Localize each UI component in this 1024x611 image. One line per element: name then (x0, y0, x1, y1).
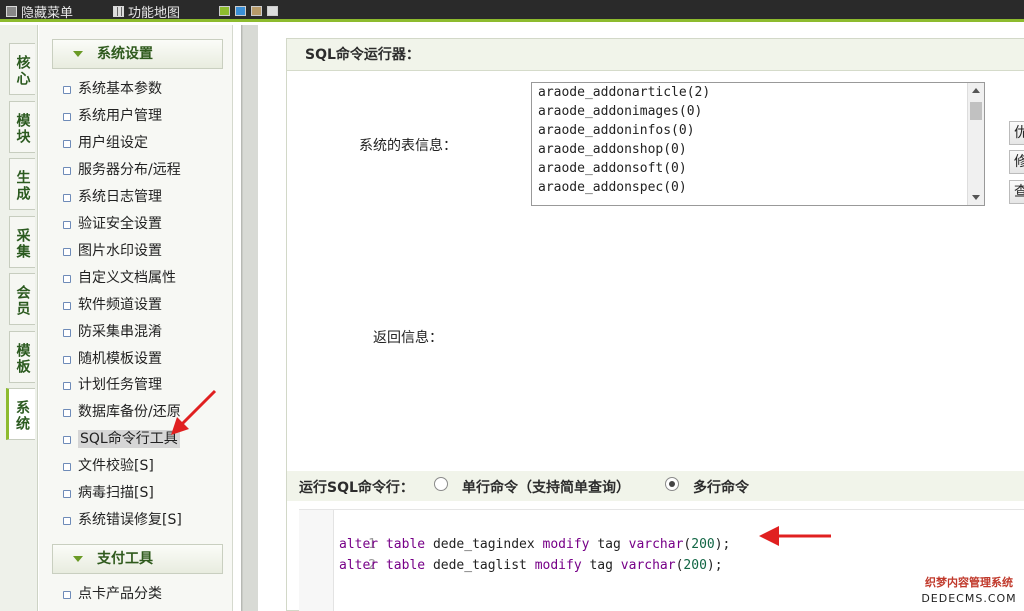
frame-scrollbar[interactable] (241, 25, 258, 611)
tab-member[interactable]: 会员 (9, 273, 35, 325)
repair-button[interactable]: 修 (1009, 150, 1024, 174)
view-button[interactable]: 查 (1009, 180, 1024, 204)
skin-blue-button[interactable] (235, 6, 246, 16)
menu-item[interactable]: 服务器分布/远程 (61, 159, 181, 181)
list-item[interactable]: araode_addonsoft(0) (532, 159, 984, 178)
chevron-down-icon (73, 556, 83, 562)
panel-title: SQL命令运行器： (287, 39, 1024, 71)
menu-item[interactable]: 计划任务管理 (61, 374, 162, 396)
table-info-label: 系统的表信息： (359, 138, 457, 154)
menu-item[interactable]: 系统用户管理 (61, 105, 162, 127)
scroll-down-icon[interactable] (972, 195, 980, 200)
list-item[interactable]: araode_addonshop(0) (532, 140, 984, 159)
watermark-line2: DEDECMS.COM (921, 592, 1017, 605)
skin-brown-button[interactable] (251, 6, 262, 16)
run-mode-row: 运行SQL命令行： 单行命令（支持简单查询） 多行命令 (287, 471, 1024, 501)
code-line[interactable]: 1 alter table dede_tagindex modify tag va… (299, 513, 730, 552)
single-line-radio[interactable] (434, 477, 448, 491)
hide-menu-icon (6, 6, 17, 17)
menu-item[interactable]: 随机模板设置 (61, 348, 162, 370)
list-item[interactable]: araode_addonimages(0) (532, 102, 984, 121)
tab-system[interactable]: 系统 (6, 388, 35, 440)
pointer-arrow-icon (171, 389, 217, 435)
single-line-label: 单行命令（支持简单查询） (462, 480, 630, 496)
menu-item[interactable]: 软件频道设置 (61, 294, 162, 316)
chevron-down-icon (73, 51, 83, 57)
sidebar-menu: 系统设置 系统基本参数 系统用户管理 用户组设定 服务器分布/远程 系统日志管理… (39, 25, 233, 611)
tab-module[interactable]: 模块 (9, 101, 35, 153)
menu-item[interactable]: 系统基本参数 (61, 78, 162, 100)
multi-line-radio[interactable] (665, 477, 679, 491)
top-bar: 隐藏菜单 功能地图 (0, 0, 1024, 22)
menu-item[interactable]: 防采集串混淆 (61, 321, 162, 343)
menu-item[interactable]: 用户组设定 (61, 132, 148, 154)
menu-item[interactable]: 数据库备份/还原 (61, 401, 181, 423)
run-sql-label: 运行SQL命令行： (299, 480, 414, 496)
scroll-up-icon[interactable] (972, 88, 980, 93)
section-title: 支付工具 (97, 551, 153, 567)
section-title: 系统设置 (97, 46, 153, 62)
menu-item[interactable]: 图片水印设置 (61, 240, 162, 262)
section-system-settings[interactable]: 系统设置 (52, 39, 223, 69)
menu-item-sql-tool[interactable]: SQL命令行工具 (61, 428, 180, 450)
tab-collect[interactable]: 采集 (9, 216, 35, 268)
hide-menu-label: 隐藏菜单 (21, 6, 74, 21)
scrollbar-thumb[interactable] (970, 102, 982, 120)
menu-item[interactable]: 文件校验[S] (61, 455, 154, 477)
optimize-button[interactable]: 优 (1009, 121, 1024, 145)
menu-item[interactable]: 验证安全设置 (61, 213, 162, 235)
menu-item[interactable]: 病毒扫描[S] (61, 482, 154, 504)
skin-gray-button[interactable] (267, 6, 278, 16)
section-payment-tools[interactable]: 支付工具 (52, 544, 223, 574)
code-line[interactable]: 2 alter table dede_taglist modify tag var… (299, 534, 723, 573)
watermark-line1: 织梦内容管理系统 (925, 576, 1013, 589)
scrollbar-thumb[interactable] (243, 25, 258, 611)
module-tabs: 核心 模块 生成 采集 会员 模板 系统 (0, 25, 38, 611)
menu-item[interactable]: 自定义文档属性 (61, 267, 176, 289)
pointer-arrow-icon (759, 526, 831, 546)
multi-line-label: 多行命令 (693, 480, 749, 496)
menu-item[interactable]: 系统错误修复[S] (61, 509, 182, 531)
table-list[interactable]: araode_addonarticle(2) araode_addonimage… (531, 82, 985, 206)
tab-core[interactable]: 核心 (9, 43, 35, 95)
menu-item[interactable]: 点卡产品分类 (61, 583, 162, 605)
menu-item[interactable]: 系统日志管理 (61, 186, 162, 208)
list-item[interactable]: araode_addonspec(0) (532, 178, 984, 197)
list-item[interactable]: araode_addoninfos(0) (532, 121, 984, 140)
list-item[interactable]: araode_addonarticle(2) (532, 83, 984, 102)
grid-icon (113, 6, 124, 17)
skin-green-button[interactable] (219, 6, 230, 16)
sql-runner-panel: SQL命令运行器： 系统的表信息： araode_addonarticle(2)… (286, 38, 1024, 611)
list-scrollbar[interactable] (967, 83, 984, 205)
tab-generate[interactable]: 生成 (9, 158, 35, 210)
tab-template[interactable]: 模板 (9, 331, 35, 383)
site-map-label: 功能地图 (128, 6, 181, 21)
hide-menu-button[interactable]: 隐藏菜单 (6, 2, 73, 21)
return-info-label: 返回信息： (373, 330, 443, 346)
site-map-button[interactable]: 功能地图 (113, 2, 180, 21)
watermark: 织梦内容管理系统 DEDECMS.COM (914, 575, 1024, 611)
